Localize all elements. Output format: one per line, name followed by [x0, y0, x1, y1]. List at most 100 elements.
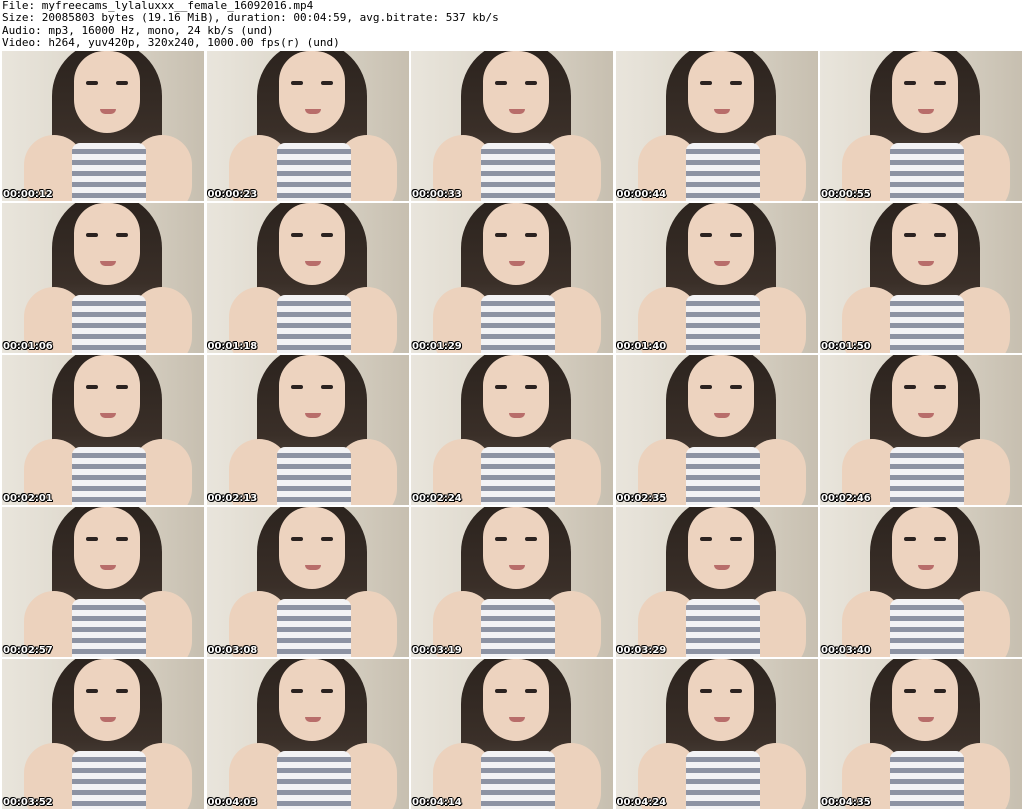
frame-striped-top — [72, 143, 146, 201]
frame-eye-right — [525, 81, 537, 85]
frame-mouth — [304, 261, 321, 266]
frame-eye-right — [320, 81, 333, 85]
frame-eye-left — [699, 233, 712, 237]
frame-eye-right — [729, 537, 742, 541]
frame-mouth — [509, 109, 525, 114]
video-frame-thumbnail: 00:04:24 — [615, 659, 818, 809]
frame-timestamp: 00:04:35 — [821, 797, 871, 808]
frame-mouth — [918, 109, 934, 114]
frame-mouth — [918, 717, 934, 722]
frame-mouth — [509, 413, 525, 418]
frame-eye-right — [116, 81, 128, 85]
frame-striped-top — [481, 751, 555, 809]
frame-face-shape — [687, 507, 754, 589]
frame-eye-right — [729, 233, 742, 237]
frame-eye-right — [729, 385, 742, 389]
frame-face-shape — [687, 659, 754, 741]
frame-eye-left — [86, 81, 98, 85]
frame-striped-top — [685, 143, 760, 201]
video-frame-thumbnail: 00:02:13 — [206, 355, 409, 505]
frame-striped-top — [276, 751, 351, 809]
frame-striped-top — [685, 751, 760, 809]
frame-mouth — [304, 413, 321, 418]
frame-eye-left — [495, 81, 507, 85]
frame-eye-right — [525, 537, 537, 541]
frame-eye-right — [934, 385, 946, 389]
frame-mouth — [304, 717, 321, 722]
frame-eye-left — [290, 689, 303, 693]
video-frame-thumbnail: 00:02:46 — [820, 355, 1022, 505]
frame-mouth — [918, 261, 934, 266]
frame-striped-top — [481, 143, 555, 201]
frame-mouth — [713, 565, 730, 570]
frame-eye-right — [934, 537, 946, 541]
frame-timestamp: 00:03:40 — [821, 645, 871, 656]
frame-eye-left — [699, 537, 712, 541]
frame-timestamp: 00:02:13 — [207, 493, 258, 504]
frame-face-shape — [278, 355, 345, 437]
frame-face-shape — [483, 659, 549, 741]
frame-striped-top — [276, 143, 351, 201]
frame-face-shape — [278, 203, 345, 285]
frame-eye-right — [116, 385, 128, 389]
frame-timestamp: 00:00:23 — [207, 189, 258, 200]
frame-mouth — [713, 717, 730, 722]
frame-eye-left — [699, 81, 712, 85]
frame-striped-top — [685, 447, 760, 505]
frame-mouth — [304, 565, 321, 570]
frame-striped-top — [890, 599, 964, 657]
video-frame-thumbnail: 00:04:14 — [411, 659, 613, 809]
video-frame-thumbnail: 00:03:52 — [2, 659, 204, 809]
frame-face-shape — [74, 659, 140, 741]
frame-timestamp: 00:00:12 — [3, 189, 53, 200]
frame-eye-right — [934, 689, 946, 693]
frame-timestamp: 00:01:50 — [821, 341, 871, 352]
video-frame-thumbnail: 00:03:29 — [615, 507, 818, 657]
frame-face-shape — [74, 203, 140, 285]
frame-mouth — [100, 717, 116, 722]
frame-mouth — [713, 261, 730, 266]
frame-face-shape — [687, 203, 754, 285]
video-frame-thumbnail: 00:00:12 — [2, 51, 204, 201]
video-frame-thumbnail: 00:02:24 — [411, 355, 613, 505]
frame-eye-left — [86, 385, 98, 389]
frame-mouth — [713, 109, 730, 114]
frame-timestamp: 00:04:14 — [412, 797, 462, 808]
frame-eye-right — [934, 233, 946, 237]
frame-eye-left — [495, 385, 507, 389]
frame-eye-right — [116, 689, 128, 693]
file-size-line: Size: 20085803 bytes (19.16 MiB), durati… — [2, 11, 499, 25]
frame-face-shape — [74, 51, 140, 133]
video-frame-thumbnail: 00:02:35 — [615, 355, 818, 505]
frame-striped-top — [890, 143, 964, 201]
frame-striped-top — [890, 295, 964, 353]
frame-mouth — [509, 717, 525, 722]
frame-eye-left — [904, 689, 916, 693]
frame-face-shape — [483, 203, 549, 285]
frame-face-shape — [483, 507, 549, 589]
frame-eye-left — [495, 537, 507, 541]
frame-eye-left — [86, 689, 98, 693]
frame-eye-right — [525, 385, 537, 389]
video-frame-thumbnail: 00:03:40 — [820, 507, 1022, 657]
video-info-line: Video: h264, yuv420p, 320x240, 1000.00 f… — [2, 35, 340, 49]
frame-eye-right — [525, 233, 537, 237]
frame-striped-top — [685, 295, 760, 353]
frame-striped-top — [685, 599, 760, 657]
frame-striped-top — [481, 447, 555, 505]
frame-mouth — [509, 261, 525, 266]
frame-striped-top — [72, 447, 146, 505]
frame-timestamp: 00:02:35 — [616, 493, 667, 504]
frame-mouth — [100, 109, 116, 114]
video-frame-thumbnail: 00:04:03 — [206, 659, 409, 809]
frame-mouth — [509, 565, 525, 570]
frame-eye-right — [320, 537, 333, 541]
frame-timestamp: 00:02:01 — [3, 493, 53, 504]
frame-eye-right — [729, 689, 742, 693]
frame-eye-right — [320, 233, 333, 237]
video-frame-thumbnail: 00:00:33 — [411, 51, 613, 201]
frame-timestamp: 00:00:33 — [412, 189, 462, 200]
frame-face-shape — [483, 355, 549, 437]
frame-mouth — [304, 109, 321, 114]
frame-timestamp: 00:00:44 — [616, 189, 667, 200]
